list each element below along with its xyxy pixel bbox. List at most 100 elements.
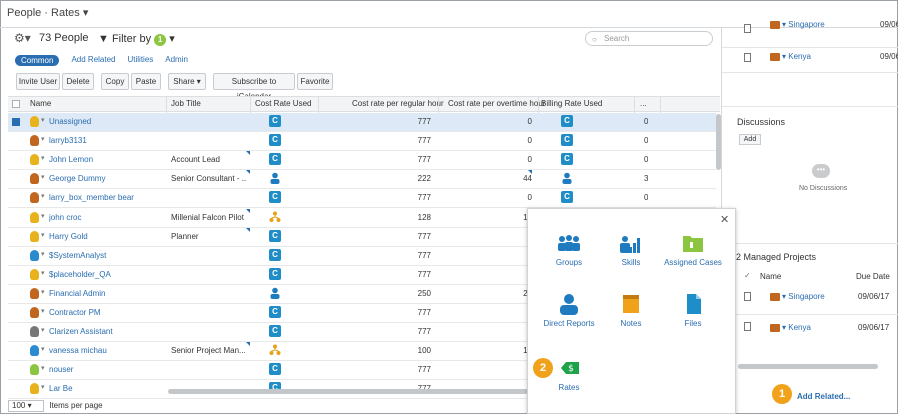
row-name-link[interactable]: Harry Gold [49, 232, 164, 241]
popup-item-rates[interactable]: $ Rates [539, 361, 599, 392]
row-name-link[interactable]: George Dummy [49, 174, 164, 183]
table-row[interactable]: ▾ Unassigned C 777 0 C 0 [8, 113, 716, 132]
person-rate-icon [270, 172, 280, 185]
rate-card-icon: C [269, 229, 281, 242]
copy-button[interactable]: Copy [101, 73, 129, 90]
chevron-down-icon[interactable]: ▾ [41, 307, 45, 315]
filter-icon: ▼ [98, 33, 109, 45]
add-related-popup: ✕ Groups Skills Assigned Cases Direct Re… [527, 208, 736, 414]
tab-admin[interactable]: Admin [165, 55, 188, 66]
tab-utilities[interactable]: Utilities [127, 55, 153, 66]
top-project-1-date: 09/06 [880, 20, 898, 29]
edited-corner-marker [246, 208, 250, 213]
chevron-down-icon[interactable]: ▾ [41, 383, 45, 391]
close-icon[interactable]: ✕ [720, 213, 729, 226]
invite-user-button[interactable]: Invite User [16, 73, 60, 90]
filter-label: Filter by [111, 33, 152, 45]
row-name-link[interactable]: nouser [49, 365, 164, 374]
row-name-link[interactable]: Financial Admin [49, 289, 164, 298]
row-name-link[interactable]: $placeholder_QA [49, 270, 164, 279]
add-related-link[interactable]: Add Related... [797, 392, 850, 401]
dollar-tag-icon: $ [561, 362, 579, 374]
avatar [30, 326, 39, 338]
grid-horizontal-scrollbar[interactable] [168, 389, 528, 394]
tab-add-related[interactable]: Add Related [71, 55, 115, 66]
table-row[interactable]: ▾ larryb3131 C 777 0 C 0 [8, 132, 716, 152]
col-cost-overtime[interactable]: Cost rate per overtime hour [448, 99, 545, 108]
managed-col-due: Due Date [856, 272, 890, 281]
row-name-link[interactable]: John Lemon [49, 155, 164, 164]
table-row[interactable]: ▾ larry_box_member bear C 777 0 C 0 [8, 189, 716, 209]
chevron-down-icon[interactable]: ▾ [41, 250, 45, 258]
popup-item-notes[interactable]: Notes [601, 293, 661, 328]
popup-item-groups[interactable]: Groups [539, 232, 599, 267]
page-size-select[interactable]: 100 ▾ [8, 400, 44, 412]
add-discussion-button[interactable]: Add [739, 134, 761, 145]
popup-item-assigned-cases[interactable]: Assigned Cases [663, 232, 723, 267]
tab-common[interactable]: Common [15, 55, 60, 66]
row-name-link[interactable]: larry_box_member bear [49, 193, 164, 202]
col-job-title[interactable]: Job Title [171, 99, 201, 108]
rate-card-icon: C [269, 325, 281, 338]
chevron-down-icon[interactable]: ▾ [41, 212, 45, 220]
filter-by-button[interactable]: ▼ Filter by 1 ▾ [98, 32, 175, 46]
row-name-link[interactable]: Contractor PM [49, 308, 164, 317]
chevron-down-icon[interactable]: ▾ [41, 154, 45, 162]
subscribe-icalendar-button[interactable]: Subscribe to iCalendar [213, 73, 295, 101]
rate-card-icon: C [269, 267, 281, 280]
row-checkbox[interactable] [12, 118, 20, 126]
col-name[interactable]: Name [30, 99, 51, 108]
share-button[interactable]: Share ▾ [168, 73, 206, 90]
top-project-row-1 [722, 24, 898, 48]
edited-corner-marker [246, 170, 250, 175]
rate-card-icon: C [269, 191, 281, 204]
col-billing-rate-used[interactable]: Billing Rate Used [541, 99, 602, 108]
row-job-title: Senior Project Man... [171, 346, 246, 356]
popup-item-files[interactable]: Files [663, 293, 723, 328]
col-cost-regular[interactable]: Cost rate per regular hour [352, 99, 444, 108]
popup-item-direct-reports[interactable]: Direct Reports [539, 293, 599, 328]
table-row[interactable]: ▾ John Lemon Account Lead C 777 0 C 0 [8, 151, 716, 171]
row-name-link[interactable]: larryb3131 [49, 136, 164, 145]
row-cost-regular: 100 [417, 346, 431, 356]
search-input[interactable]: ○ Search [585, 31, 713, 46]
row-name-link[interactable]: Lar Be [49, 384, 164, 393]
folder-icon [683, 236, 703, 252]
table-row[interactable]: ▾ George Dummy Senior Consultant - ... 222 4… [8, 170, 716, 190]
chevron-down-icon[interactable]: ▾ [41, 326, 45, 334]
chevron-down-icon[interactable]: ▾ [41, 135, 45, 143]
chevron-down-icon[interactable]: ▾ [41, 269, 45, 277]
chevron-down-icon[interactable]: ▾ [41, 364, 45, 372]
rate-card-icon: C [269, 363, 281, 376]
chevron-down-icon[interactable]: ▾ [41, 173, 45, 181]
row-cost-regular: 777 [417, 365, 431, 375]
gear-icon[interactable]: ⚙▾ [14, 31, 31, 45]
row-name-link[interactable]: Clarizen Assistant [49, 327, 164, 336]
col-cost-rate-used[interactable]: Cost Rate Used [255, 99, 311, 108]
document-icon [744, 322, 751, 331]
top-project-2[interactable]: ▾ Kenya [770, 52, 811, 61]
row-name-link[interactable]: john croc [49, 213, 164, 222]
rate-card-icon: C [561, 153, 573, 166]
panel-horizontal-scrollbar[interactable] [738, 364, 878, 369]
row-name-link[interactable]: vanessa michau [49, 346, 164, 355]
row-name-link[interactable]: $SystemAnalyst [49, 251, 164, 260]
top-project-1[interactable]: ▾ Singapore [770, 20, 825, 29]
add-related-step-badge: 1 [772, 384, 792, 404]
select-all-checkbox[interactable] [12, 100, 20, 108]
col-more[interactable]: ... [640, 99, 647, 108]
page-title[interactable]: People · Rates ▾ [7, 6, 88, 19]
managed-project-2[interactable]: ▾ Kenya [770, 323, 811, 332]
managed-project-1[interactable]: ▾ Singapore [770, 292, 825, 301]
popup-item-skills[interactable]: Skills [601, 232, 661, 267]
paste-button[interactable]: Paste [131, 73, 161, 90]
divider [722, 314, 898, 315]
chevron-down-icon[interactable]: ▾ [41, 116, 45, 124]
chevron-down-icon[interactable]: ▾ [41, 231, 45, 239]
chevron-down-icon[interactable]: ▾ [41, 288, 45, 296]
delete-button[interactable]: Delete [62, 73, 94, 90]
favorite-button[interactable]: Favorite [297, 73, 333, 90]
chevron-down-icon[interactable]: ▾ [41, 345, 45, 353]
row-name-link[interactable]: Unassigned [49, 117, 164, 126]
chevron-down-icon[interactable]: ▾ [41, 192, 45, 200]
